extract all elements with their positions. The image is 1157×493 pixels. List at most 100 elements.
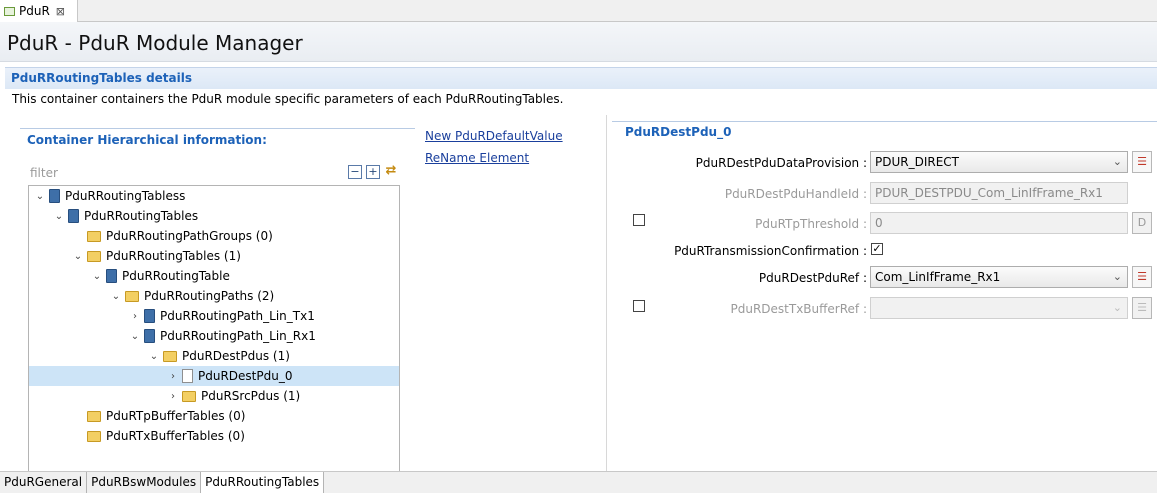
tree-item[interactable]: ⌄ PduRRoutingTables (1)	[29, 246, 399, 266]
link-editor-icon[interactable]: ⇄	[384, 164, 398, 179]
data-provision-label: PduRDestPduDataProvision :	[695, 156, 867, 170]
section-title: PduRRoutingTables details	[11, 71, 193, 85]
new-default-value-link[interactable]: New PduRDefaultValue	[425, 129, 563, 151]
chevron-down-icon[interactable]: ⌄	[69, 251, 87, 262]
folder-icon	[163, 350, 177, 362]
tree-item-label: PduRRoutingPath_Lin_Tx1	[160, 309, 315, 323]
tree-item[interactable]: PduRTpBufferTables (0)	[29, 406, 399, 426]
tx-confirmation-checkbox[interactable]: ✓	[871, 243, 883, 255]
page-header: PduR - PduR Module Manager	[0, 22, 1157, 62]
expand-all-icon[interactable]: +	[366, 165, 380, 179]
editor-tab-bar: PduR ⊠	[0, 0, 1157, 22]
folder-icon	[87, 230, 101, 242]
chevron-down-icon: ⌄	[1112, 270, 1122, 283]
data-provision-select[interactable]: PDUR_DIRECT ⌄	[870, 151, 1128, 173]
tree-item[interactable]: › PduRSrcPdus (1)	[29, 386, 399, 406]
tp-threshold-default-button: D	[1132, 212, 1152, 234]
action-links: New PduRDefaultValue ReName Element	[425, 129, 563, 173]
page-title: PduR - PduR Module Manager	[7, 31, 303, 55]
folder-icon	[87, 410, 101, 422]
tp-threshold-field: 0	[870, 212, 1128, 234]
folder-icon	[87, 250, 101, 262]
tree-item-label: PduRDestPdu_0	[198, 369, 293, 383]
tx-buffer-ref-label: PduRDestTxBufferRef :	[730, 302, 868, 316]
tx-confirmation-label: PduRTransmissionConfirmation :	[674, 244, 867, 258]
tab-pdur-routing-tables[interactable]: PduRRoutingTables	[201, 472, 325, 493]
container-icon	[106, 269, 117, 283]
tree-item[interactable]: ⌄ PduRRoutingTable	[29, 266, 399, 286]
bottom-tab-bar: PduRGeneral PduRBswModules PduRRoutingTa…	[0, 471, 1157, 493]
handle-id-field: PDUR_DESTPDU_Com_LinIfFrame_Rx1	[870, 182, 1128, 204]
tree-item[interactable]: ⌄ PduRRoutingPaths (2)	[29, 286, 399, 306]
tree-item-label: PduRTpBufferTables (0)	[106, 409, 246, 423]
tree-item-label: PduRRoutingPathGroups (0)	[106, 229, 273, 243]
tree-item[interactable]: ⌄ PduRRoutingTables	[29, 206, 399, 226]
tree-item-label: PduRRoutingTables	[84, 209, 199, 223]
tree-item-label: PduRRoutingTabless	[65, 189, 186, 203]
tree-item-label: PduRSrcPdus (1)	[201, 389, 301, 403]
document-icon	[182, 369, 193, 383]
tree-item[interactable]: PduRTxBufferTables (0)	[29, 426, 399, 446]
chevron-down-icon[interactable]: ⌄	[107, 291, 125, 302]
dest-pdu-ref-value: Com_LinIfFrame_Rx1	[875, 270, 1001, 284]
tab-pdur-bsw-modules[interactable]: PduRBswModules	[87, 472, 202, 493]
dest-pdu-title: PduRDestPdu_0	[625, 125, 732, 139]
folder-icon	[87, 430, 101, 442]
tp-threshold-enable-checkbox[interactable]	[633, 214, 645, 226]
tp-threshold-label: PduRTpThreshold :	[755, 217, 867, 231]
tree-item-label: PduRRoutingPaths (2)	[144, 289, 275, 303]
tree-item-label: PduRDestPdus (1)	[182, 349, 290, 363]
dest-pdu-header: PduRDestPdu_0	[612, 121, 1157, 141]
tree-item-label: PduRTxBufferTables (0)	[106, 429, 245, 443]
chevron-right-icon[interactable]: ›	[164, 371, 182, 382]
data-provision-list-button[interactable]: ☰	[1132, 151, 1152, 173]
chevron-down-icon[interactable]: ⌄	[31, 191, 49, 202]
tree-item-label: PduRRoutingTables (1)	[106, 249, 241, 263]
filter-input[interactable]: filter	[30, 164, 340, 182]
dest-pdu-ref-list-button[interactable]: ☰	[1132, 266, 1152, 288]
section-description: This container containers the PduR modul…	[12, 92, 564, 106]
data-provision-value: PDUR_DIRECT	[875, 155, 960, 169]
chevron-down-icon: ⌄	[1112, 155, 1122, 168]
tx-buffer-ref-select: ⌄	[870, 297, 1128, 319]
chevron-down-icon: ⌄	[1112, 301, 1122, 314]
handle-id-label: PduRDestPduHandleId :	[724, 187, 867, 201]
container-icon	[49, 189, 60, 203]
tree-item[interactable]: ⌄ PduRRoutingPath_Lin_Rx1	[29, 326, 399, 346]
tx-buffer-ref-enable-checkbox[interactable]	[633, 300, 645, 312]
dest-pdu-ref-label: PduRDestPduRef :	[758, 271, 867, 285]
tree-toolbar: − + ⇄	[348, 164, 398, 179]
tree-item[interactable]: PduRRoutingPathGroups (0)	[29, 226, 399, 246]
editor-tab-title: PduR	[19, 4, 50, 18]
container-hierarchy-title: Container Hierarchical information:	[27, 133, 267, 147]
container-icon	[68, 209, 79, 223]
container-icon	[144, 309, 155, 323]
tree-item[interactable]: › PduRDestPdu_0	[29, 366, 399, 386]
container-hierarchy-header: Container Hierarchical information:	[20, 128, 415, 150]
tree-item[interactable]: ⌄ PduRRoutingTabless	[29, 186, 399, 206]
chevron-right-icon[interactable]: ›	[164, 391, 182, 402]
tab-pdur-general[interactable]: PduRGeneral	[0, 472, 88, 493]
close-icon[interactable]: ⊠	[56, 5, 65, 18]
chevron-down-icon[interactable]: ⌄	[88, 271, 106, 282]
tx-buffer-ref-list-button: ☰	[1132, 297, 1152, 319]
chevron-right-icon[interactable]: ›	[126, 311, 144, 322]
chevron-down-icon[interactable]: ⌄	[145, 351, 163, 362]
section-header: PduRRoutingTables details	[5, 67, 1157, 89]
chevron-down-icon[interactable]: ⌄	[126, 331, 144, 342]
container-tree[interactable]: ⌄ PduRRoutingTabless ⌄ PduRRoutingTables Pdu…	[28, 185, 400, 471]
rename-element-link[interactable]: ReName Element	[425, 151, 563, 173]
tree-item[interactable]: ⌄ PduRDestPdus (1)	[29, 346, 399, 366]
container-icon	[144, 329, 155, 343]
folder-icon	[125, 290, 139, 302]
editor-tab-pdur[interactable]: PduR ⊠	[0, 0, 78, 22]
tree-item[interactable]: › PduRRoutingPath_Lin_Tx1	[29, 306, 399, 326]
tree-item-label: PduRRoutingTable	[122, 269, 230, 283]
collapse-all-icon[interactable]: −	[348, 165, 362, 179]
tree-item-label: PduRRoutingPath_Lin_Rx1	[160, 329, 316, 343]
folder-icon	[182, 390, 196, 402]
panel-divider	[606, 115, 607, 471]
dest-pdu-ref-select[interactable]: Com_LinIfFrame_Rx1 ⌄	[870, 266, 1128, 288]
file-icon	[4, 6, 15, 16]
chevron-down-icon[interactable]: ⌄	[50, 211, 68, 222]
